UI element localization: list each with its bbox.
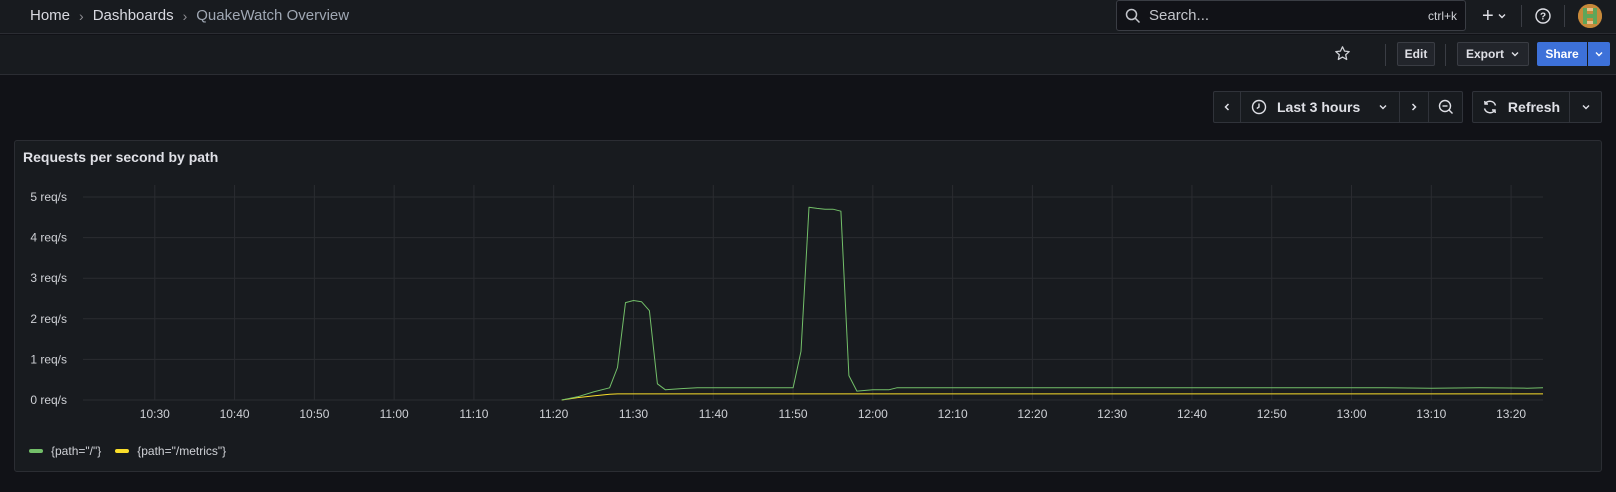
divider — [1445, 44, 1446, 66]
legend-item[interactable]: {path="/"} — [29, 444, 101, 458]
add-button[interactable]: + — [1482, 5, 1507, 28]
legend-item[interactable]: {path="/metrics"} — [115, 444, 226, 458]
x-tick-label: 10:30 — [140, 407, 170, 421]
search-icon — [1125, 8, 1141, 23]
zoom-out-icon — [1438, 99, 1453, 114]
chevron-left-icon — [1224, 103, 1230, 111]
help-icon[interactable]: ? — [1534, 8, 1551, 24]
x-tick-label: 11:30 — [619, 407, 648, 421]
refresh-interval-button[interactable] — [1569, 91, 1602, 123]
star-icon[interactable] — [1334, 45, 1351, 62]
chart-panel: Requests per second by path 0 req/s 1 req… — [14, 140, 1602, 472]
chevron-down-icon — [1498, 14, 1506, 19]
top-right-actions: + ? — [1476, 0, 1602, 32]
x-tick-label: 10:50 — [299, 407, 329, 421]
refresh-button[interactable]: Refresh — [1472, 91, 1570, 123]
series-line[interactable] — [561, 206, 1544, 401]
zoom-out-button[interactable] — [1428, 91, 1463, 123]
refresh-label: Refresh — [1507, 99, 1561, 115]
line-chart: 0 req/s 1 req/s 2 req/s 3 req/s 4 req/s 5 req… — [30, 185, 1544, 421]
time-range-label: Last 3 hours — [1277, 99, 1361, 115]
x-tick-label: 12:40 — [1177, 407, 1207, 421]
chevron-right-icon — [1411, 103, 1417, 111]
y-tick-label: 0 req/s — [30, 393, 67, 407]
series-line[interactable] — [561, 393, 1543, 401]
x-tick-label: 12:20 — [1017, 407, 1047, 421]
x-tick-label: 12:10 — [938, 407, 968, 421]
x-tick-label: 13:20 — [1496, 407, 1526, 421]
avatar[interactable] — [1577, 4, 1602, 28]
svg-text:?: ? — [1540, 12, 1546, 23]
y-tick-label: 1 req/s — [30, 352, 67, 366]
chevron-right-icon: › — [79, 7, 84, 24]
breadcrumb-dashboards[interactable]: Dashboards — [93, 7, 174, 24]
x-tick-label: 11:50 — [778, 407, 807, 421]
y-tick-label: 3 req/s — [30, 271, 67, 285]
legend-swatch — [115, 449, 130, 453]
search-shortcut: ctrl+k — [1427, 8, 1457, 23]
x-tick-label: 10:40 — [220, 407, 250, 421]
legend-label: {path="/"} — [51, 444, 102, 458]
export-button[interactable]: Export — [1457, 42, 1529, 66]
legend-label: {path="/metrics"} — [137, 444, 227, 458]
clock-icon — [1251, 99, 1267, 115]
x-tick-label: 12:00 — [858, 407, 888, 421]
chevron-down-icon — [1582, 105, 1589, 110]
x-tick-label: 12:30 — [1097, 407, 1127, 421]
time-range-picker[interactable]: Last 3 hours — [1240, 91, 1400, 123]
legend-swatch — [29, 449, 43, 453]
x-tick-label: 13:00 — [1337, 407, 1367, 421]
y-tick-label: 2 req/s — [30, 312, 67, 326]
y-tick-label: 5 req/s — [30, 190, 67, 204]
chevron-right-icon: › — [182, 7, 188, 24]
chart-legend: {path="/"} {path="/metrics"} — [29, 444, 240, 458]
share-menu-button[interactable] — [1588, 42, 1610, 66]
search-input[interactable]: Search... ctrl+k — [1116, 0, 1466, 31]
divider — [1563, 5, 1565, 27]
x-tick-label: 13:10 — [1416, 407, 1446, 421]
edit-button[interactable]: Edit — [1397, 42, 1435, 66]
breadcrumb: Home › Dashboards › QuakeWatch Overview — [30, 7, 349, 24]
divider — [1520, 5, 1522, 27]
refresh-icon — [1483, 100, 1497, 114]
x-tick-label: 11:20 — [539, 407, 568, 421]
x-tick-label: 11:10 — [459, 407, 488, 421]
divider — [1385, 44, 1386, 66]
chevron-down-icon — [1595, 52, 1603, 57]
breadcrumb-current: QuakeWatch Overview — [196, 7, 350, 24]
y-tick-label: 4 req/s — [30, 231, 67, 245]
x-tick-label: 11:00 — [380, 407, 409, 421]
chevron-down-icon — [1511, 52, 1519, 57]
export-label: Export — [1465, 47, 1504, 61]
breadcrumb-home[interactable]: Home — [30, 7, 70, 24]
x-tick-label: 11:40 — [699, 407, 728, 421]
time-back-button[interactable] — [1213, 91, 1241, 123]
plus-icon: + — [1482, 4, 1494, 27]
share-button[interactable]: Share — [1537, 42, 1587, 66]
top-bar: Home › Dashboards › QuakeWatch Overview … — [0, 0, 1616, 34]
dashboard-toolbar: Edit Export Share — [0, 35, 1616, 75]
time-forward-button[interactable] — [1399, 91, 1429, 123]
x-tick-label: 12:50 — [1257, 407, 1287, 421]
search-placeholder: Search... — [1149, 7, 1210, 24]
chevron-down-icon — [1379, 105, 1387, 110]
